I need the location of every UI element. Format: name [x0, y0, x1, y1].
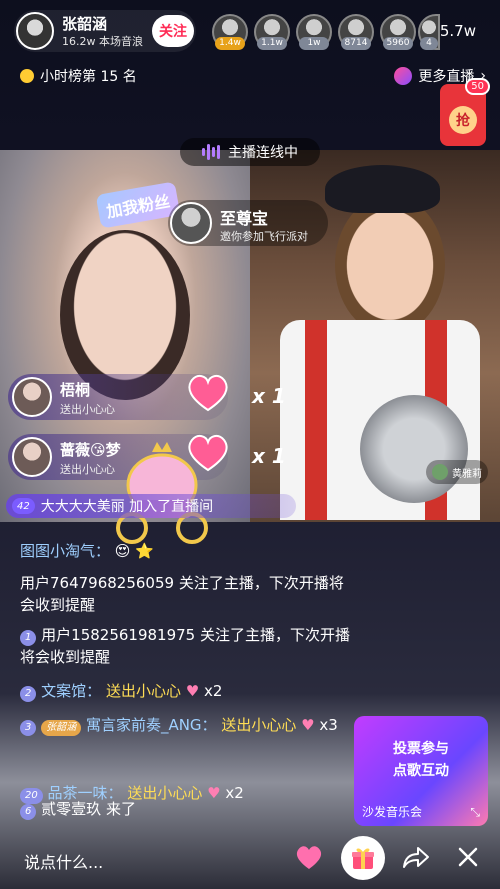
red-packet-label: 抢 — [449, 106, 477, 134]
level-badge: 3 — [20, 720, 37, 736]
chat-user: 贰零壹玖 — [41, 800, 102, 818]
hourly-rank[interactable]: 小时榜第 15 名 — [20, 66, 137, 86]
vote-line1: 投票参与 — [393, 741, 449, 757]
vip-subtitle: 邀你参加飞行派对 — [220, 230, 308, 243]
join-text: 大大大大美丽 加入了直播间 — [40, 499, 214, 515]
gifter-avatar[interactable] — [12, 437, 52, 477]
chat-action: 送出小心心 — [105, 682, 181, 700]
chat-message[interactable]: 6 贰零壹玖 来了 — [20, 798, 136, 820]
link-label: 主播连线中 — [228, 145, 298, 161]
host-subtitle: 16.2w 本场音浪 — [62, 35, 143, 48]
chat-message[interactable]: 3 张韶涵 寓言家前奏_ANG： 送出小心心 ♥ x3 — [20, 714, 350, 736]
close-icon[interactable] — [458, 847, 478, 867]
heart-icon: ♥ — [185, 682, 200, 700]
gifter-name: 梧桐 — [60, 381, 91, 399]
comment-input[interactable]: 说点什么... — [24, 849, 103, 873]
vote-line2: 点歌互动 — [393, 763, 449, 779]
guest-strap — [305, 320, 327, 520]
vote-footer: 沙发音乐会 — [362, 805, 423, 819]
level-badge: 6 — [20, 804, 37, 820]
planet-icon — [394, 67, 413, 85]
gift-action: 送出小心心 — [60, 403, 115, 416]
chat-mult: x3 — [319, 716, 338, 734]
guest-hat — [325, 165, 440, 213]
viewer-badge: 1w — [299, 37, 329, 50]
rank-label: 小时榜第 15 名 — [40, 69, 137, 85]
guest-name: 黄雅莉 — [452, 468, 482, 480]
chat-action: 送出小心心 — [221, 716, 297, 734]
chat-mult: x2 — [203, 682, 223, 700]
gift-multiplier: x 1 — [252, 444, 286, 468]
fan-badge: 张韶涵 — [41, 720, 82, 736]
guest-mini-avatar — [432, 464, 448, 480]
heart-gift-icon — [188, 374, 228, 412]
heart-icon: ♥ — [207, 784, 221, 802]
level-badge: 2 — [20, 686, 37, 702]
viewer-count[interactable]: 5.7w — [440, 22, 476, 40]
host-avatar[interactable] — [16, 12, 54, 50]
chat-mult: x2 — [225, 784, 244, 802]
red-packet-button[interactable]: 抢 50 — [440, 78, 490, 146]
level-badge: 1 — [20, 630, 37, 646]
red-packet-count: 50 — [465, 78, 490, 95]
viewer-badge: 1.1w — [257, 37, 287, 50]
soundwave-icon — [202, 144, 220, 160]
gift-box-icon — [352, 848, 374, 869]
gifter-avatar[interactable] — [12, 377, 52, 417]
heart-icon: ♥ — [301, 716, 315, 734]
viewer-badge: 4 — [420, 37, 438, 50]
join-notification: 42 大大大大美丽 加入了直播间 — [6, 494, 296, 518]
viewer-badge: 8714 — [341, 37, 371, 50]
microphone — [360, 395, 468, 503]
follow-button[interactable]: 关注 — [152, 15, 194, 47]
host-name: 张韶涵 — [62, 15, 108, 33]
chat-message[interactable]: 图图小淘气： 😍 ⭐ — [20, 540, 154, 562]
chat-text: 用户1582561981975 关注了主播，下次开播将会收到提醒 — [20, 626, 350, 666]
chat-user: 文案馆： — [41, 682, 102, 700]
level-badge: 42 — [12, 498, 35, 514]
gift-multiplier: x 1 — [252, 384, 286, 408]
chat-message[interactable]: 用户7647968256059 关注了主播，下次开播将会收到提醒 — [20, 572, 350, 616]
chat-user: 图图小淘气： — [20, 542, 111, 560]
viewer-badge: 5960 — [383, 37, 413, 50]
vip-name: 至尊宝 — [220, 209, 269, 228]
viewer-badge: 1.4w — [215, 37, 245, 50]
chat-emoji: 😍 ⭐ — [114, 542, 154, 560]
gift-action: 送出小心心 — [60, 463, 115, 476]
chat-message[interactable]: 1 用户1582561981975 关注了主播，下次开播将会收到提醒 — [20, 624, 350, 668]
guest-name-tag[interactable]: 黄雅莉 — [426, 460, 488, 484]
rank-icon — [20, 69, 34, 83]
chat-action: 送出小心心 — [127, 784, 203, 802]
link-status[interactable]: 主播连线中 — [180, 138, 320, 166]
like-heart-icon[interactable] — [294, 844, 324, 870]
guest-face — [335, 195, 445, 335]
chat-action: 来了 — [105, 800, 136, 818]
expand-icon[interactable]: ⤡ — [470, 805, 480, 820]
chat-user: 寓言家前奏_ANG： — [85, 716, 217, 734]
vote-card[interactable]: 投票参与 点歌互动 沙发音乐会 ⤡ — [354, 716, 488, 826]
gift-button[interactable] — [341, 836, 385, 880]
vip-avatar[interactable] — [170, 202, 212, 244]
chat-message[interactable]: 2 文案馆： 送出小心心 ♥ x2 — [20, 680, 222, 702]
share-icon[interactable] — [402, 845, 430, 869]
